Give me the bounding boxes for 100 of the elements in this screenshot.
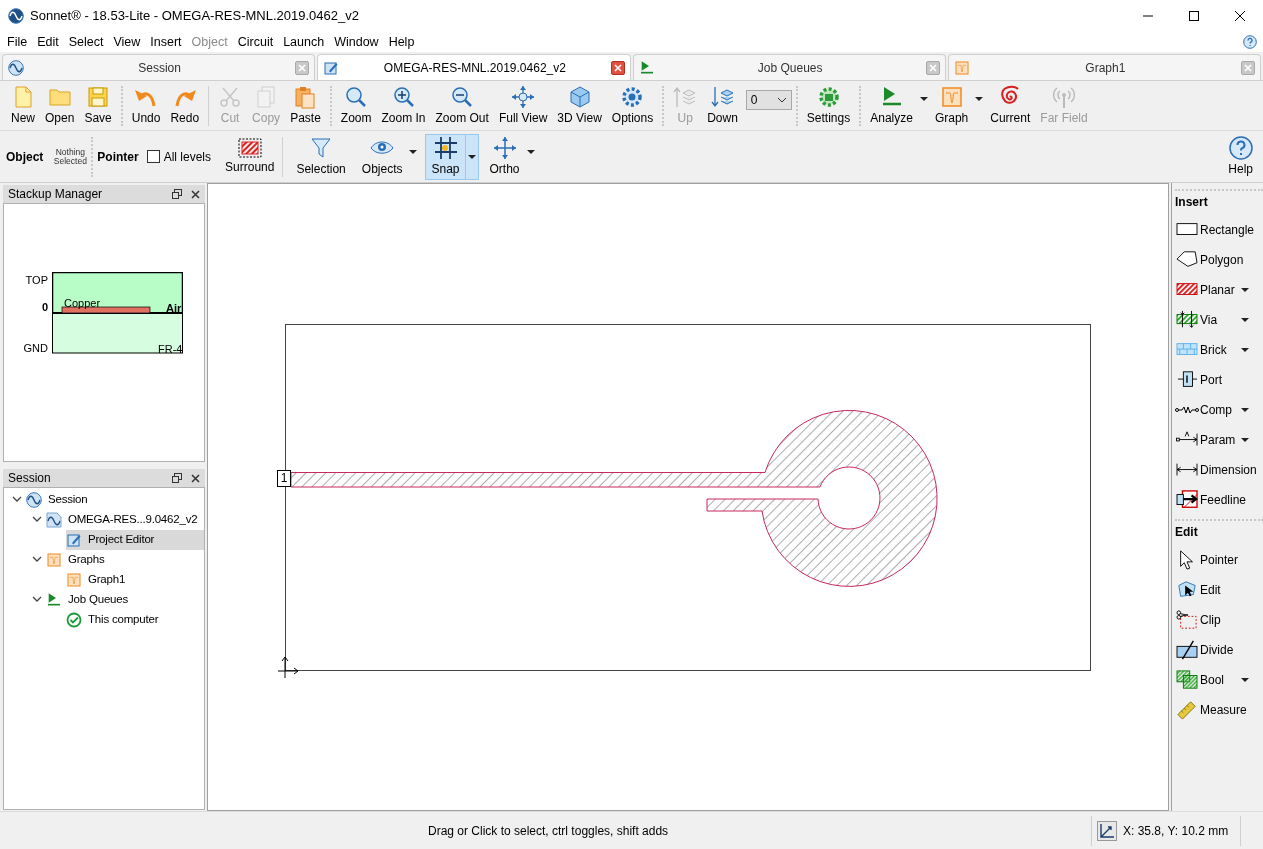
tree-item[interactable]: Graphs (46, 550, 204, 570)
polygon-icon (1175, 250, 1199, 270)
toolbar-button[interactable]: Zoom Out (430, 84, 494, 127)
port-label: 1 (277, 470, 291, 487)
axis-origin-icon (277, 656, 299, 678)
menu-item[interactable]: Launch (278, 32, 330, 52)
toolbar-button[interactable]: Objects (356, 135, 408, 178)
toolbar-button[interactable]: New (6, 84, 40, 127)
toolbar-button[interactable]: Selection (291, 135, 351, 178)
dropdown-button[interactable] (1241, 438, 1249, 442)
dielectric-label: Air (166, 301, 182, 316)
toolbar-button[interactable]: Full View (493, 84, 553, 127)
close-icon (1244, 63, 1252, 72)
resistor-icon (1175, 406, 1199, 414)
toolbar-button[interactable]: Graph (929, 84, 974, 127)
toolbar-button[interactable]: Zoom (335, 84, 377, 127)
dropdown-button[interactable] (1241, 408, 1249, 412)
tab-close-button[interactable] (610, 60, 625, 75)
menu-item[interactable]: Insert (145, 32, 187, 52)
close-icon[interactable] (191, 189, 200, 199)
document-tab[interactable]: Graph1 (947, 54, 1261, 80)
menu-item[interactable]: Select (63, 32, 109, 52)
tab-label: Graph1 (1084, 59, 1127, 77)
menu-item[interactable]: Edit (32, 32, 64, 52)
undock-icon[interactable] (172, 473, 182, 483)
wave-icon (26, 492, 42, 508)
document-tab[interactable]: OMEGA-RES-MNL.2019.0462_v2 (317, 54, 631, 80)
toolbar-button[interactable]: Undo (126, 84, 166, 127)
checkbox[interactable] (146, 150, 160, 163)
caret-icon (1241, 318, 1249, 322)
dropdown-button[interactable] (973, 96, 986, 101)
section-title: Insert (1175, 194, 1209, 211)
document-tab[interactable]: Session (2, 54, 316, 80)
tool-button[interactable]: Planar (1175, 280, 1235, 300)
help-icon (1228, 135, 1253, 160)
close-icon[interactable] (191, 473, 200, 483)
layer-dropdown[interactable]: 0 (745, 89, 792, 110)
dropdown-button[interactable] (407, 149, 420, 154)
tree-item[interactable]: Graph1 (66, 570, 204, 590)
close-icon (298, 63, 307, 72)
graph-icon (953, 59, 970, 76)
menu-item[interactable]: Help (383, 32, 420, 52)
toolbar-button[interactable]: Open (40, 84, 80, 127)
tool-button[interactable]: Pointer (1175, 550, 1239, 570)
caret-icon (1241, 678, 1249, 682)
tool-button[interactable]: Feedline (1175, 490, 1247, 510)
toolbar-button[interactable]: Options (606, 84, 659, 127)
toolbar-button[interactable]: Zoom In (376, 84, 431, 127)
caret-icon (1241, 288, 1249, 292)
toolbar-button[interactable]: Redo (165, 84, 205, 127)
edit-node-icon (1175, 580, 1199, 600)
layout-canvas[interactable]: 1 (207, 183, 1169, 811)
dropdown-button[interactable] (1241, 678, 1249, 682)
toolbar-button[interactable]: Save (79, 84, 117, 127)
menu-item[interactable]: Window (329, 32, 384, 52)
tree-item[interactable]: Project Editor (66, 530, 204, 550)
tool-button[interactable]: Via (1175, 310, 1218, 330)
dropdown-button[interactable] (1241, 318, 1249, 322)
tool-button[interactable]: Clip (1175, 610, 1221, 630)
tool-button[interactable]: Comp (1175, 401, 1232, 419)
via-icon (1175, 310, 1199, 330)
menu-item[interactable]: File (2, 32, 33, 52)
section-title: Edit (1175, 524, 1199, 541)
tool-button[interactable]: Bool (1175, 670, 1225, 690)
tool-button[interactable]: Measure (1175, 700, 1247, 720)
document-tab[interactable]: Job Queues (632, 54, 946, 80)
caret-icon (919, 96, 928, 101)
toolbar-button[interactable]: Analyze (865, 84, 918, 127)
toolbar-button[interactable]: Current (985, 84, 1036, 127)
tool-button[interactable]: Param (1175, 430, 1236, 450)
tool-button[interactable]: Rectangle (1175, 220, 1255, 240)
checkbox-label[interactable]: All levels (163, 147, 212, 166)
tool-button[interactable]: Edit (1175, 580, 1221, 600)
pencil-icon (66, 532, 82, 548)
tool-button[interactable]: Port (1175, 370, 1222, 390)
dropdown-button[interactable] (1241, 288, 1249, 292)
help-button[interactable]: Help (1228, 135, 1253, 178)
toolbar-button[interactable]: Surround (225, 137, 275, 176)
menu-item[interactable]: Circuit (232, 32, 279, 52)
menu-item[interactable]: View (108, 32, 146, 52)
close-icon (613, 63, 622, 72)
tree-item[interactable]: OMEGA-RES...9.0462_v2 (46, 510, 204, 530)
help-icon[interactable] (1243, 35, 1257, 49)
toolbar-button[interactable]: Paste (285, 84, 326, 127)
tree-item[interactable]: Session (26, 490, 204, 510)
tool-button[interactable]: Brick (1175, 340, 1227, 360)
tree-item[interactable]: Job Queues (46, 590, 204, 610)
dropdown-button[interactable] (1241, 348, 1249, 352)
toolbar-button[interactable]: Settings (801, 84, 856, 127)
toolbar-button[interactable]: Down (702, 84, 743, 127)
toggle-button[interactable]: Snap (425, 133, 479, 180)
cube-icon (567, 84, 592, 109)
tool-button[interactable]: Dimension (1175, 460, 1257, 480)
tool-button[interactable]: Polygon (1175, 250, 1244, 270)
tool-button[interactable]: Divide (1175, 640, 1234, 660)
toolbar-button[interactable]: 3D View (552, 84, 607, 127)
undock-icon[interactable] (172, 189, 182, 199)
clip-icon (1175, 610, 1199, 630)
toolbar-button[interactable]: Ortho (484, 135, 525, 178)
tree-item[interactable]: This computer (66, 610, 204, 630)
